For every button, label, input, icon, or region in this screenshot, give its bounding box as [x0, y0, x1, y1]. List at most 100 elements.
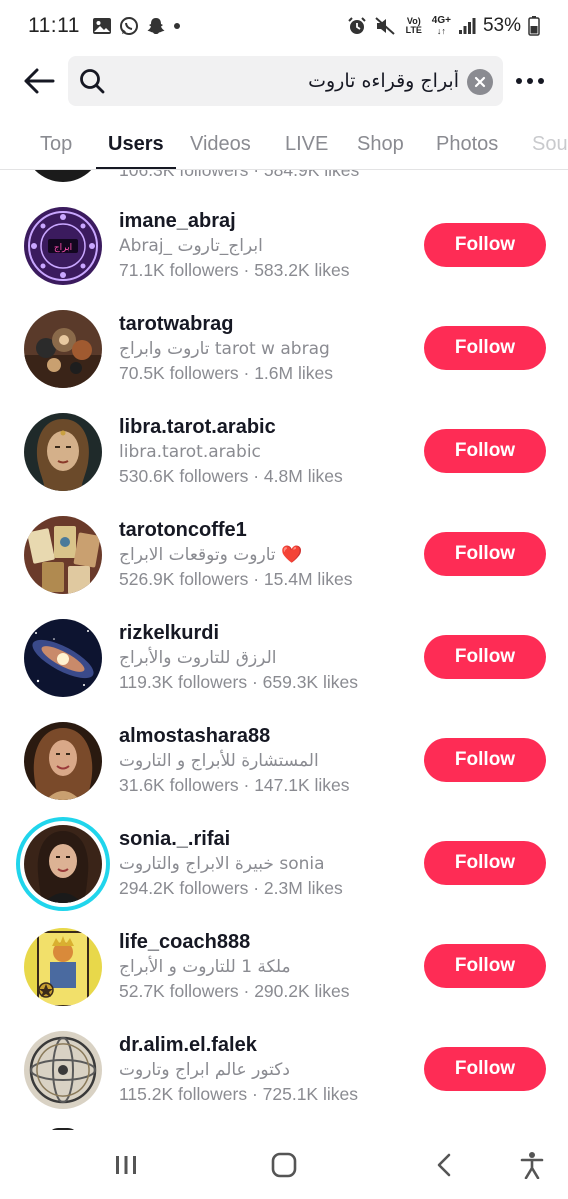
user-stats: 106.3K followers · 584.9K likes [119, 170, 360, 180]
tab-shop[interactable]: Shop [357, 118, 404, 169]
follow-button[interactable]: Follow [424, 738, 546, 782]
signal-icon [458, 17, 476, 35]
username[interactable]: tarotoncoffe1 [119, 519, 247, 542]
battery-percent: 53% [482, 15, 521, 36]
alarm-icon [347, 16, 367, 36]
more-dot-icon [538, 78, 544, 84]
list-item[interactable]: life_coach888 ملكة 1 للتاروت و الأبراج 5… [0, 915, 568, 1017]
list-item[interactable]: dr.alim.el.falek دكتور عالم ابراج وتاروت… [0, 1018, 568, 1120]
username[interactable]: libra.tarot.arabic [119, 416, 276, 439]
network-type: 4G+ [431, 15, 451, 26]
search-box[interactable] [68, 56, 503, 106]
follow-button[interactable]: Follow [424, 429, 546, 473]
username[interactable]: imane_abraj [119, 210, 236, 233]
tab-videos[interactable]: Videos [190, 118, 251, 169]
volte-label: Vo) LTE [405, 16, 422, 35]
tab-photos[interactable]: Photos [436, 118, 498, 169]
avatar[interactable] [24, 170, 102, 182]
username[interactable]: rizkelkurdi [119, 622, 219, 645]
back-nav-button[interactable] [424, 1148, 464, 1182]
list-item[interactable]: tarotwabrag تاروت وابراج tarot w abrag 7… [0, 297, 568, 399]
follow-button[interactable]: Follow [424, 635, 546, 679]
home-icon [271, 1152, 297, 1178]
user-stats: 71.1K followers · 583.2K likes [119, 260, 350, 280]
avatar[interactable] [24, 413, 102, 491]
user-stats: 115.2K followers · 725.1K likes [119, 1084, 358, 1104]
username[interactable]: dr.alim.el.falek [119, 1034, 257, 1057]
avatar[interactable]: ابراج [24, 207, 102, 285]
notification-icons [92, 16, 181, 36]
username[interactable]: life_coach888 [119, 931, 250, 954]
avatar[interactable] [24, 825, 102, 903]
nickname: الرزق للتاروت والأبراج [119, 648, 277, 668]
more-dot-icon [527, 78, 533, 84]
battery-icon [528, 16, 540, 36]
search-icon [80, 69, 105, 94]
search-input[interactable] [112, 56, 459, 106]
avatar[interactable] [24, 310, 102, 388]
dot-icon [173, 22, 181, 30]
more-options-button[interactable] [512, 64, 548, 98]
avatar[interactable] [24, 516, 102, 594]
nickname: المستشارة للأبراج و التاروت [119, 751, 319, 771]
recent-apps-icon [116, 1156, 136, 1174]
user-list: 106.3K followers · 584.9K likes ابراج im… [0, 170, 568, 1130]
user-stats: 119.3K followers · 659.3K likes [119, 672, 358, 692]
status-bar: 11:11 Vo) LTE 4G+ ↓↑ 53% [0, 0, 568, 52]
user-stats: 70.5K followers · 1.6M likes [119, 363, 333, 383]
follow-button[interactable]: Follow [424, 1047, 546, 1091]
follow-button[interactable]: Follow [424, 532, 546, 576]
more-dot-icon [516, 78, 522, 84]
home-button[interactable] [264, 1148, 304, 1182]
user-stats: 530.6K followers · 4.8M likes [119, 466, 343, 486]
username[interactable]: sonia._.rifai [119, 828, 230, 851]
user-stats: 52.7K followers · 290.2K likes [119, 981, 350, 1001]
nickname: Abraj_ ابراج_تاروت [119, 236, 263, 256]
list-item[interactable]: almostashara88 المستشارة للأبراج و التار… [0, 709, 568, 811]
accessibility-button[interactable] [512, 1148, 552, 1182]
follow-button[interactable]: Follow [424, 223, 546, 267]
clear-search-button[interactable] [467, 69, 493, 95]
svg-text:ابراج: ابراج [54, 243, 72, 253]
snapchat-icon [146, 16, 166, 36]
tab-users[interactable]: Users [108, 118, 164, 169]
avatar[interactable] [24, 928, 102, 1006]
tab-live[interactable]: LIVE [285, 118, 328, 169]
avatar[interactable] [24, 722, 102, 800]
gallery-icon [92, 17, 112, 35]
nickname: خبيرة الابراج والتاروت sonia [119, 854, 325, 874]
back-button[interactable] [20, 62, 58, 100]
nickname: ملكة 1 للتاروت و الأبراج [119, 957, 291, 977]
network-label: 4G+ ↓↑ [431, 15, 451, 37]
username[interactable]: almostashara88 [119, 725, 270, 748]
user-stats: 526.9K followers · 15.4M likes [119, 569, 353, 589]
tab-top[interactable]: Top [40, 118, 72, 169]
volte-icon: Vo) LTE [403, 17, 425, 35]
nickname: تاروت وتوقعات الابراج ❤️ [119, 545, 303, 565]
follow-button[interactable]: Follow [424, 326, 546, 370]
mute-icon [374, 16, 396, 36]
list-item[interactable]: libra.tarot.arabic libra.tarot.arabic 53… [0, 400, 568, 502]
nickname: تاروت وابراج tarot w abrag [119, 339, 330, 359]
close-icon [474, 76, 486, 88]
recent-apps-button[interactable] [106, 1148, 146, 1182]
nickname: دكتور عالم ابراج وتاروت [119, 1060, 290, 1080]
tab-sounds[interactable]: Sou [532, 118, 568, 169]
system-navigation-bar [0, 1130, 568, 1199]
list-item[interactable]: tarotoncoffe1 تاروت وتوقعات الابراج ❤️ 5… [0, 503, 568, 605]
username[interactable]: tarotwabrag [119, 313, 233, 336]
nickname: libra.tarot.arabic [119, 442, 261, 462]
follow-button[interactable]: Follow [424, 944, 546, 988]
list-item[interactable]: rizkelkurdi الرزق للتاروت والأبراج 119.3… [0, 606, 568, 708]
user-stats: 294.2K followers · 2.3M likes [119, 878, 343, 898]
accessibility-icon [520, 1152, 544, 1179]
follow-button[interactable]: Follow [424, 841, 546, 885]
chevron-left-icon [437, 1153, 451, 1177]
list-item[interactable]: ابراج imane_abraj Abraj_ ابراج_تاروت 71.… [0, 194, 568, 296]
avatar[interactable] [24, 1031, 102, 1109]
avatar[interactable] [24, 619, 102, 697]
whatsapp-icon [119, 16, 139, 36]
list-item[interactable]: sonia._.rifai خبيرة الابراج والتاروت son… [0, 812, 568, 914]
arrow-left-icon [24, 68, 55, 94]
search-tabs: Top Users Videos LIVE Shop Photos Sou [0, 118, 568, 170]
